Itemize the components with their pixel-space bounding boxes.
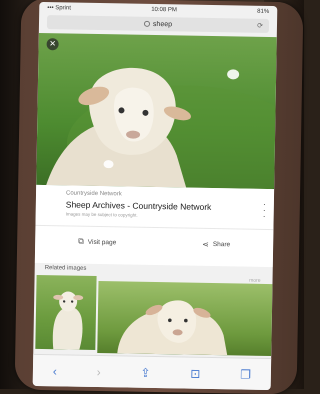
clock: 10:08 PM [151, 6, 177, 14]
sheep-thumbnail [117, 300, 228, 356]
more-icon[interactable]: · · · [263, 199, 266, 221]
result-title[interactable]: Sheep Archives - Countryside Network [66, 199, 212, 212]
share-label: Share [212, 240, 231, 248]
search-icon [143, 20, 151, 27]
carrier-label: ••• Sprint [47, 5, 71, 12]
visit-icon: ⧉ [78, 236, 84, 246]
forward-icon[interactable]: › [97, 365, 101, 379]
copyright-note: Images may be subject to copyright. [65, 211, 138, 218]
lamb-thumbnail [52, 291, 84, 350]
address-bar[interactable]: sheep ⟳ [46, 15, 270, 33]
back-icon[interactable]: ‹ [53, 364, 57, 378]
source-label[interactable]: Countryside Network [66, 190, 122, 197]
share-button[interactable]: ⋖ Share [202, 239, 230, 248]
phone-screen: ••• Sprint 10:08 PM 81% sheep ⟳ ✕ Countr… [32, 1, 278, 391]
battery-label: 81% [257, 8, 270, 15]
share-toolbar-icon[interactable]: ⇪ [140, 366, 150, 380]
bookmarks-icon[interactable]: ⊡ [190, 367, 200, 381]
visit-page-button[interactable]: ⧉ Visit page [78, 237, 116, 248]
related-image-1[interactable] [35, 274, 97, 350]
safari-toolbar: ‹ › ⇪ ⊡ ❐ [32, 353, 272, 391]
visit-page-label: Visit page [87, 238, 117, 246]
search-query: sheep [152, 20, 173, 28]
related-images-header: Related images [44, 265, 87, 272]
sheep-hero-image[interactable] [36, 32, 278, 206]
sheep-illustration [46, 67, 278, 206]
share-icon: ⋖ [202, 239, 209, 249]
related-image-2[interactable] [97, 281, 273, 357]
action-row: ⧉ Visit page ⋖ Share [34, 224, 274, 261]
image-info-card: Countryside Network Sheep Archives - Cou… [34, 184, 275, 268]
tabs-icon[interactable]: ❐ [240, 368, 251, 382]
refresh-icon[interactable]: ⟳ [257, 22, 263, 30]
